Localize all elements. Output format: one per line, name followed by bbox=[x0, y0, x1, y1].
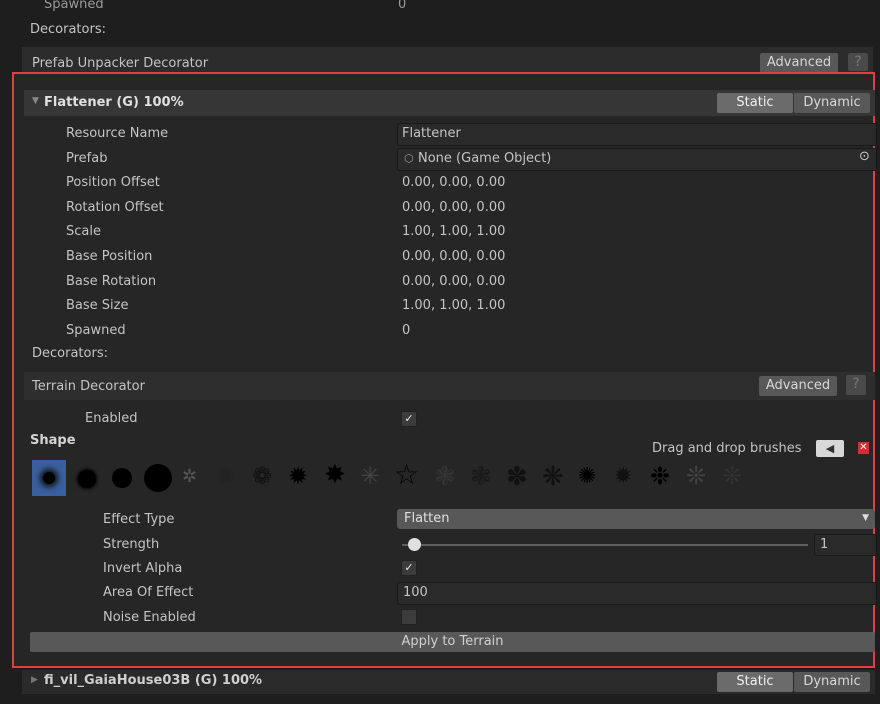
unity-icon[interactable]: ◀ bbox=[816, 440, 844, 457]
brush-soft-large[interactable] bbox=[112, 468, 132, 488]
flattener-header[interactable]: ▼ Flattener (G) 100% Static Dynamic bbox=[24, 90, 875, 116]
brush-soft-medium[interactable] bbox=[78, 470, 96, 488]
property-label: Resource Name bbox=[66, 126, 169, 141]
prefab-unpacker-label: Prefab Unpacker Decorator bbox=[32, 56, 209, 71]
brush-splat-4[interactable]: ✹ bbox=[288, 462, 308, 490]
brush-splat-3[interactable]: ❁ bbox=[252, 462, 272, 490]
brush-texture-1[interactable]: ❃ bbox=[434, 462, 456, 492]
flattener-title: Flattener (G) 100% bbox=[44, 95, 184, 110]
property-label: Spawned bbox=[66, 322, 126, 338]
dynamic-button[interactable]: Dynamic bbox=[794, 93, 870, 113]
shape-label: Shape bbox=[30, 433, 76, 448]
brush-palette: ✲ ✺ ❁ ✹ ✸ ✳ ☆ ❃ ❃ ✽ ❋ ✺ ✹ ❉ ❊ ❊ bbox=[30, 458, 810, 498]
property-label: Prefab bbox=[66, 150, 108, 166]
property-label: Base Size bbox=[66, 298, 129, 314]
cube-icon: ⬡ bbox=[404, 152, 414, 165]
strength-slider-track[interactable] bbox=[402, 544, 808, 546]
property-label: Base Rotation bbox=[66, 273, 157, 289]
terrain-decorator-label: Terrain Decorator bbox=[32, 379, 145, 394]
effect-type-value: Flatten bbox=[404, 511, 450, 526]
brush-texture-6[interactable]: ✹ bbox=[614, 464, 632, 489]
advanced-button-top[interactable]: Advanced bbox=[760, 53, 838, 73]
brush-selected[interactable] bbox=[32, 460, 66, 496]
property-value: 1.00, 1.00, 1.00 bbox=[402, 298, 506, 314]
next-item-title: fi_vil_GaiaHouse03B (G) 100% bbox=[44, 673, 263, 688]
property-label: Position Offset bbox=[66, 175, 160, 191]
enabled-checkbox[interactable]: ✓ bbox=[401, 411, 417, 427]
brush-texture-9[interactable]: ❊ bbox=[722, 462, 742, 490]
next-item-header[interactable]: ▶ fi_vil_GaiaHouse03B (G) 100% Static Dy… bbox=[22, 670, 875, 694]
terrain-decorator-header[interactable]: Terrain Decorator Advanced ? bbox=[24, 372, 875, 400]
property-value: 0.00, 0.00, 0.00 bbox=[402, 273, 506, 289]
invert-alpha-checkbox[interactable]: ✓ bbox=[401, 560, 417, 576]
invert-alpha-label: Invert Alpha bbox=[103, 561, 183, 576]
help-icon-top[interactable]: ? bbox=[848, 53, 868, 71]
brush-texture-8[interactable]: ❊ bbox=[686, 462, 706, 490]
foldout-triangle-icon[interactable]: ▼ bbox=[32, 96, 39, 106]
next-static-button[interactable]: Static bbox=[717, 672, 793, 692]
resource-name-field[interactable] bbox=[397, 123, 877, 146]
target-circle-icon[interactable]: ⊙ bbox=[859, 149, 870, 164]
property-value: 1.00, 1.00, 1.00 bbox=[402, 224, 506, 240]
effect-type-dropdown[interactable]: Flatten ▼ bbox=[397, 509, 875, 529]
brush-texture-3[interactable]: ✽ bbox=[506, 462, 528, 492]
noise-enabled-checkbox[interactable] bbox=[401, 609, 417, 625]
area-value: 100 bbox=[403, 585, 428, 600]
brush-splat-5[interactable]: ✸ bbox=[324, 460, 346, 490]
strength-value: 1 bbox=[820, 537, 829, 552]
brush-splat-2[interactable]: ✺ bbox=[216, 462, 236, 490]
spawned-value-top: 0 bbox=[398, 0, 407, 12]
help-icon[interactable]: ? bbox=[846, 375, 866, 395]
decorators-label-top: Decorators: bbox=[30, 22, 106, 37]
property-value: 0.00, 0.00, 0.00 bbox=[402, 249, 506, 264]
property-value[interactable]: None (Game Object) bbox=[418, 151, 551, 166]
strength-label: Strength bbox=[103, 537, 160, 552]
apply-to-terrain-button[interactable]: Apply to Terrain bbox=[30, 632, 875, 652]
brush-asterisk[interactable]: ✳ bbox=[360, 462, 380, 490]
strength-field[interactable]: 1 bbox=[814, 534, 877, 556]
prefab-unpacker-header[interactable]: Prefab Unpacker Decorator Advanced ? bbox=[22, 47, 873, 73]
brush-splat-1[interactable]: ✲ bbox=[182, 466, 197, 487]
red-close-icon[interactable]: ✕ bbox=[858, 442, 869, 454]
brush-texture-7[interactable]: ❉ bbox=[650, 462, 670, 490]
static-button[interactable]: Static bbox=[717, 93, 793, 113]
noise-enabled-label: Noise Enabled bbox=[103, 610, 196, 625]
area-label: Area Of Effect bbox=[103, 585, 194, 600]
brush-texture-2[interactable]: ❃ bbox=[470, 462, 492, 492]
spawned-label-top: Spawned bbox=[44, 0, 104, 12]
area-field[interactable]: 100 bbox=[397, 582, 877, 605]
brush-texture-5[interactable]: ✺ bbox=[578, 464, 596, 489]
drag-drop-label: Drag and drop brushes bbox=[652, 441, 802, 456]
foldout-triangle-icon-collapsed[interactable]: ▶ bbox=[31, 675, 38, 685]
brush-texture-4[interactable]: ❋ bbox=[542, 462, 564, 492]
property-value[interactable]: Flattener bbox=[402, 126, 461, 141]
property-value: 0.00, 0.00, 0.00 bbox=[402, 199, 506, 215]
next-dynamic-button[interactable]: Dynamic bbox=[794, 672, 870, 692]
property-label: Base Position bbox=[66, 249, 153, 264]
property-label: Rotation Offset bbox=[66, 199, 164, 215]
advanced-button[interactable]: Advanced bbox=[759, 376, 837, 396]
brush-star[interactable]: ☆ bbox=[394, 458, 419, 491]
property-value: 0.00, 0.00, 0.00 bbox=[402, 175, 506, 191]
enabled-label: Enabled bbox=[85, 411, 138, 426]
effect-type-label: Effect Type bbox=[103, 512, 175, 527]
chevron-down-icon: ▼ bbox=[862, 513, 869, 523]
property-value: 0 bbox=[402, 322, 411, 338]
brush-hard-large[interactable] bbox=[144, 464, 172, 492]
decorators-label: Decorators: bbox=[32, 346, 108, 361]
property-label: Scale bbox=[66, 224, 101, 240]
